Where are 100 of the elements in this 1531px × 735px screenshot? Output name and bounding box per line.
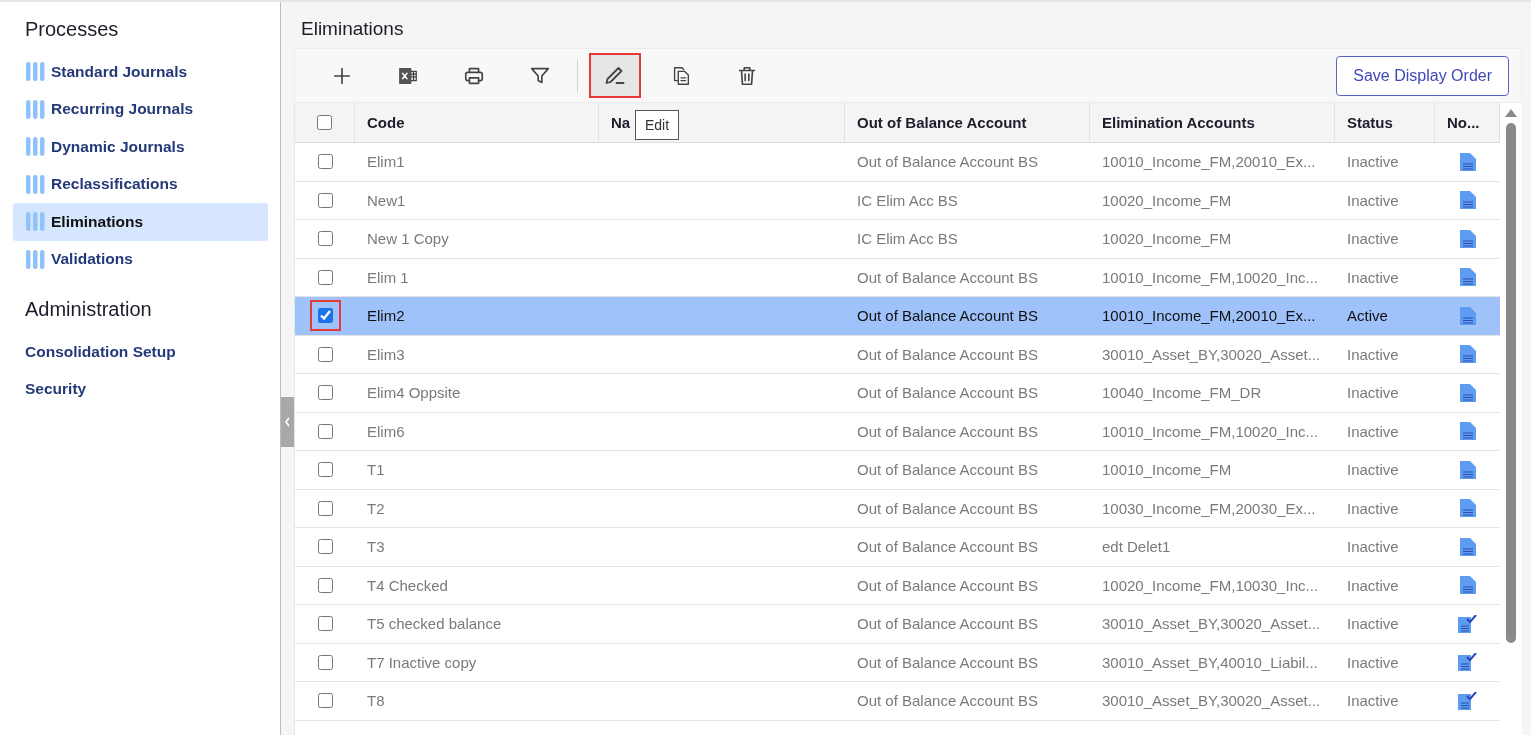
sidebar-item-label: Consolidation Setup (25, 342, 176, 361)
table-cell-text: IC Elim Acc BS (856, 229, 959, 250)
table-cell-text: T7 Inactive copy (366, 652, 478, 673)
bars-icon (25, 212, 45, 232)
document-check-icon (1458, 653, 1477, 672)
table-cell-text: 10010_Income_FM,10020_Inc... (1101, 421, 1319, 442)
row-checkbox[interactable] (317, 462, 333, 478)
column-header[interactable]: Elimination Accounts (1102, 114, 1255, 131)
document-icon (1459, 268, 1476, 287)
sidebar-item[interactable]: Reclassifications (13, 165, 268, 203)
scroll-up-icon[interactable] (1505, 109, 1517, 117)
table-cell-text: T8 (366, 691, 386, 712)
table-cell-text: Out of Balance Account BS (856, 498, 1039, 519)
scrollbar-thumb[interactable] (1506, 123, 1516, 643)
row-checkbox[interactable] (317, 654, 333, 670)
table-cell-text: Inactive (1346, 498, 1400, 519)
table-cell-text: 10040_Income_FM_DR (1101, 383, 1263, 404)
column-header[interactable]: Na (611, 114, 631, 131)
table-cell-text: Inactive (1346, 190, 1400, 211)
table-cell-text: Out of Balance Account BS (856, 152, 1039, 173)
table-cell-text: Inactive (1346, 421, 1400, 442)
document-check-icon (1458, 691, 1477, 710)
document-icon (1459, 229, 1476, 248)
table-cell-text: 30010_Asset_BY,30020_Asset... (1101, 614, 1322, 635)
row-checkbox[interactable] (317, 539, 333, 555)
sidebar-item[interactable]: Validations (13, 240, 268, 278)
table-cell-text: 30010_Asset_BY,30020_Asset... (1101, 344, 1322, 365)
table-cell-text: Inactive (1346, 383, 1400, 404)
table-cell-text: 10010_Income_FM (1101, 460, 1233, 481)
column-header[interactable]: Code (367, 114, 405, 131)
document-icon (1459, 306, 1476, 325)
row-checkbox[interactable] (317, 192, 333, 208)
table-cell-text: 10020_Income_FM (1101, 229, 1233, 250)
document-check-icon (1458, 614, 1477, 633)
table-cell-text: T5 checked balance (366, 614, 503, 635)
document-icon (1459, 383, 1476, 402)
table-cell-text: 10010_Income_FM,20010_Ex... (1101, 152, 1317, 173)
row-checkbox[interactable] (317, 693, 333, 709)
document-icon (1459, 499, 1476, 518)
table-cell-text: Inactive (1346, 691, 1400, 712)
sidebar-item[interactable]: Consolidation Setup (13, 333, 268, 371)
table-cell-text: Inactive (1346, 460, 1400, 481)
row-checkbox[interactable] (317, 577, 333, 593)
document-icon (1459, 460, 1476, 479)
sidebar-item[interactable]: Recurring Journals (13, 90, 268, 128)
document-icon (1459, 345, 1476, 364)
select-all-checkbox[interactable] (317, 115, 332, 130)
sidebar-item[interactable]: Eliminations (13, 203, 268, 241)
section-title: Administration (24, 298, 153, 321)
bars-icon (25, 249, 45, 269)
bars-icon (25, 99, 45, 119)
table-cell-text: Inactive (1346, 267, 1400, 288)
table-cell-text: Out of Balance Account BS (856, 614, 1039, 635)
row-checkbox[interactable] (317, 346, 333, 362)
sidebar-item[interactable]: Security (13, 370, 268, 408)
table-cell-text: Elim4 Oppsite (366, 383, 462, 404)
row-checkbox[interactable] (317, 154, 333, 170)
sidebar-item[interactable]: Dynamic Journals (13, 128, 268, 166)
table-cell-text: Out of Balance Account BS (856, 460, 1039, 481)
bars-icon (25, 62, 45, 82)
table-cell-text: edt Delet1 (1101, 537, 1172, 558)
row-checkbox[interactable] (317, 269, 333, 285)
row-checkbox[interactable] (317, 308, 333, 324)
table-cell-text: 10010_Income_FM,10020_Inc... (1101, 267, 1319, 288)
column-header[interactable]: No... (1447, 114, 1480, 131)
collapse-handle[interactable] (281, 397, 294, 447)
column-header[interactable]: Status (1347, 114, 1393, 131)
table-cell-text: Out of Balance Account BS (856, 537, 1039, 558)
section-title: Processes (24, 18, 120, 41)
column-header[interactable]: Out of Balance Account (857, 114, 1027, 131)
table-cell-text: Out of Balance Account BS (856, 306, 1039, 327)
table-cell-text: 30010_Asset_BY,40010_Liabil... (1101, 652, 1319, 673)
save-display-order-button[interactable]: Save Display Order (1336, 55, 1509, 96)
table-cell-text: 10020_Income_FM (1101, 190, 1233, 211)
row-checkbox[interactable] (317, 385, 333, 401)
table-cell-text: Inactive (1346, 229, 1400, 250)
document-icon (1459, 537, 1476, 556)
sidebar-item[interactable]: Standard Journals (13, 53, 268, 91)
page-title: Eliminations (301, 18, 405, 40)
table-cell-text: Elim2 (366, 306, 406, 327)
trash-icon (736, 64, 758, 87)
table-cell-text: Out of Balance Account BS (856, 344, 1039, 365)
document-icon (1459, 152, 1476, 171)
sidebar-item-label: Reclassifications (51, 175, 178, 194)
row-checkbox[interactable] (317, 500, 333, 516)
row-checkbox[interactable] (317, 423, 333, 439)
table-cell-text: 10010_Income_FM,20010_Ex... (1101, 306, 1317, 327)
toolbar-button[interactable] (589, 53, 641, 98)
row-checkbox[interactable] (317, 616, 333, 632)
table-cell-text: T1 (366, 460, 386, 481)
row-checkbox[interactable] (317, 231, 333, 247)
table-cell-text: Out of Balance Account BS (856, 267, 1039, 288)
table-cell-text: Inactive (1346, 652, 1400, 673)
bars-icon (25, 137, 45, 157)
sidebar-item-label: Eliminations (51, 212, 144, 231)
table-cell-text: New1 (366, 190, 407, 211)
table-cell-text: T2 (366, 498, 386, 519)
table-row[interactable]: Elim2 Out of Balance Account BS 10010_Income_FM,20010_Ex... Active (295, 297, 1500, 336)
table-cell-text: 30010_Asset_BY,30020_Asset... (1101, 691, 1322, 712)
document-icon (1459, 422, 1476, 441)
